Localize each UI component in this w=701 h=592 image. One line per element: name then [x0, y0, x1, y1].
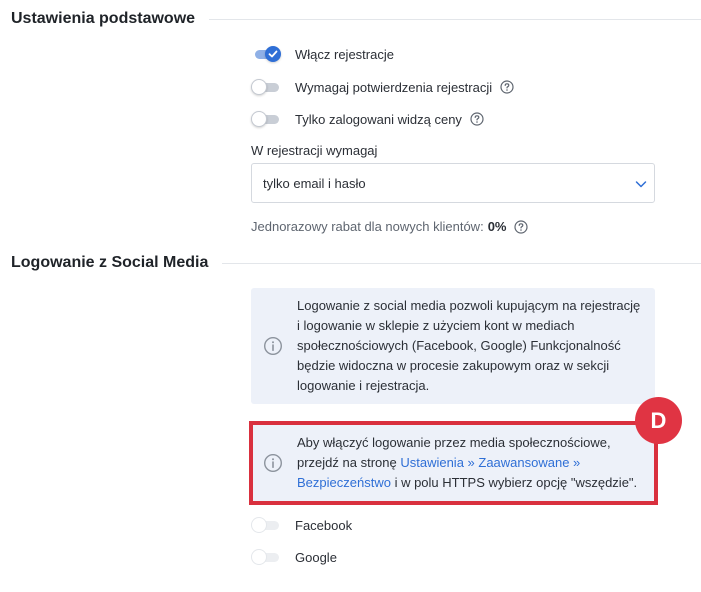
logged-in-prices-toggle[interactable]: [251, 111, 281, 127]
info-icon: [263, 336, 283, 356]
help-icon[interactable]: [470, 112, 484, 126]
highlight-frame: [249, 421, 658, 505]
section-title: Ustawienia podstawowe: [11, 10, 196, 27]
enable-registration-toggle[interactable]: [251, 46, 281, 62]
select-value: tylko email i hasło: [263, 175, 366, 191]
section-title: Logowanie z Social Media: [11, 254, 209, 271]
registration-require-select[interactable]: tylko email i hasło: [251, 163, 655, 203]
discount-label: Jednorazowy rabat dla nowych klientów:: [251, 219, 484, 234]
info-text: Logowanie z social media pozwoli kupując…: [297, 298, 641, 393]
toggle-label: Włącz rejestracje: [295, 46, 394, 62]
facebook-toggle[interactable]: [251, 517, 281, 533]
toggle-row-require-confirmation: Wymagaj potwierdzenia rejestracji: [251, 77, 514, 97]
toggle-row-facebook: Facebook: [251, 515, 352, 535]
social-login-info-box: Logowanie z social media pozwoli kupując…: [251, 288, 655, 404]
step-badge: D: [635, 397, 682, 444]
google-toggle[interactable]: [251, 549, 281, 565]
section-header-basic: Ustawienia podstawowe: [11, 10, 701, 28]
help-icon[interactable]: [500, 80, 514, 94]
registration-require-label: W rejestracji wymagaj: [251, 143, 378, 158]
require-confirmation-toggle[interactable]: [251, 79, 281, 95]
divider: [209, 18, 701, 20]
divider: [222, 262, 701, 264]
help-icon[interactable]: [514, 219, 529, 234]
checkmark-icon: [268, 50, 278, 58]
toggle-row-enable-registration: Włącz rejestracje: [251, 44, 394, 64]
toggle-label: Facebook: [295, 517, 353, 533]
toggle-label: Wymagaj potwierdzenia rejestracji: [295, 79, 493, 95]
discount-value: 0%: [487, 219, 507, 234]
toggle-row-logged-in-prices: Tylko zalogowani widzą ceny: [251, 109, 484, 129]
new-customer-discount: Jednorazowy rabat dla nowych klientów: 0…: [251, 219, 529, 234]
toggle-row-google: Google: [251, 547, 337, 567]
toggle-label: Tylko zalogowani widzą ceny: [295, 111, 462, 127]
chevron-down-icon: [635, 181, 647, 188]
section-header-social: Logowanie z Social Media: [11, 254, 701, 272]
toggle-label: Google: [295, 549, 337, 565]
